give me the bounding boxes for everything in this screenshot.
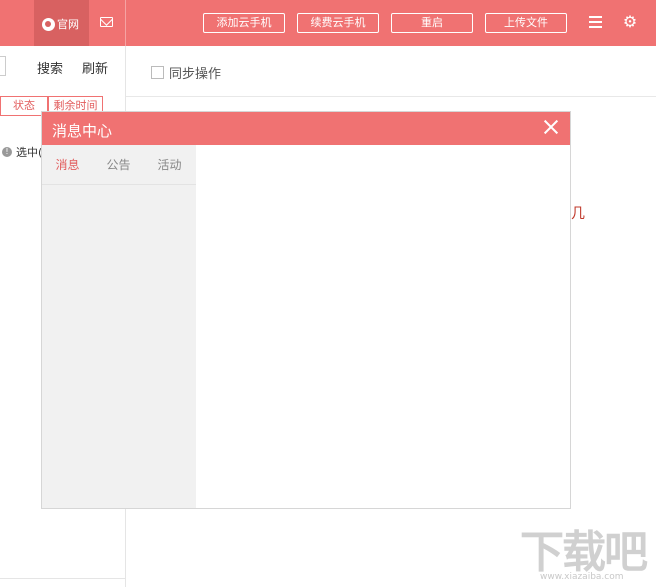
app-window: 官网 添加云手机 续费云手机 重启 上传文件 ⚙ 搜索 刷新 状态 剩余时间 !… (0, 0, 656, 587)
top-bar: 官网 添加云手机 续费云手机 重启 上传文件 ⚙ (0, 0, 656, 46)
watermark-url: www.xiazaiba.com (540, 572, 624, 582)
restart-button[interactable]: 重启 (391, 13, 473, 33)
upload-file-button[interactable]: 上传文件 (485, 13, 567, 33)
partially-hidden-text: 几 (571, 206, 585, 222)
official-site-label: 官网 (57, 18, 79, 31)
tab-activities[interactable]: 活动 (144, 145, 195, 184)
dialog-header: 消息中心 (42, 112, 570, 145)
renew-phone-button[interactable]: 续费云手机 (297, 13, 379, 33)
message-center-dialog: 消息中心 消息 公告 活动 (41, 111, 571, 509)
dialog-sidebar: 消息 公告 活动 (42, 145, 196, 508)
official-site-link[interactable]: 官网 (42, 16, 79, 32)
sync-checkbox[interactable] (151, 66, 164, 79)
sync-label: 同步操作 (169, 67, 222, 82)
sync-operation-toggle[interactable]: 同步操作 (151, 63, 221, 82)
tab-messages[interactable]: 消息 (42, 145, 93, 184)
search-input[interactable] (0, 56, 6, 76)
add-phone-button[interactable]: 添加云手机 (203, 13, 285, 33)
dialog-tabs: 消息 公告 活动 (42, 145, 196, 185)
content-divider (126, 96, 656, 97)
close-icon[interactable] (542, 118, 560, 136)
selection-info: ! 选中( (2, 144, 42, 160)
topbar-divider (125, 0, 126, 46)
left-panel-bottom-divider (0, 578, 126, 579)
menu-icon[interactable] (589, 16, 602, 28)
gear-icon[interactable]: ⚙ (622, 14, 638, 30)
dialog-title: 消息中心 (52, 122, 113, 140)
tab-announcements[interactable]: 公告 (93, 145, 144, 184)
info-icon: ! (2, 147, 12, 157)
selection-info-text: 选中( (16, 146, 43, 159)
globe-icon (42, 17, 55, 31)
mail-icon[interactable] (100, 17, 113, 27)
refresh-button[interactable]: 刷新 (82, 58, 108, 77)
search-button[interactable]: 搜索 (37, 58, 63, 77)
